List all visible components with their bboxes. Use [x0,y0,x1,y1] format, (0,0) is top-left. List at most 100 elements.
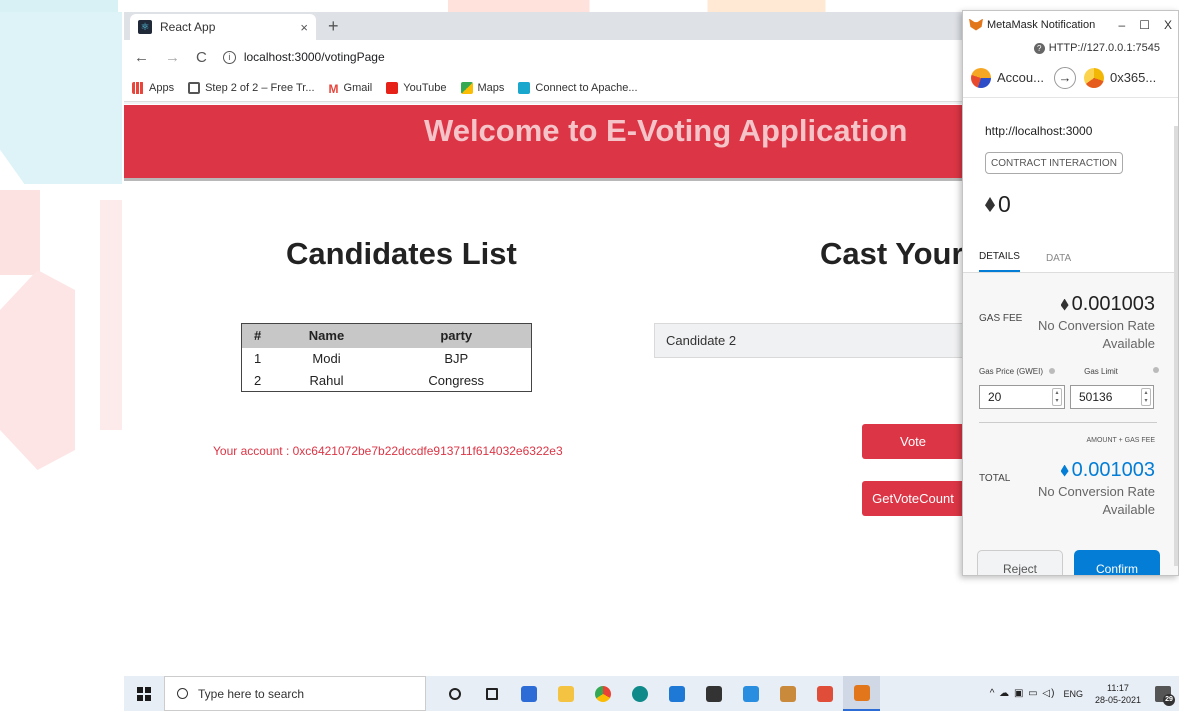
bookmark-gmail[interactable]: M Gmail [328,81,373,96]
tab-close-icon[interactable]: × [300,20,308,35]
app-header: Welcome to E-Voting Application [124,105,964,181]
url-field[interactable]: i localhost:3000/votingPage [222,50,385,64]
selected-candidate: Candidate 2 [666,333,737,348]
vscode-icon[interactable] [732,676,769,711]
metamask-window: MetaMask Notification – ☐ X ? HTTP://127… [962,10,1179,576]
ganache-icon[interactable] [806,676,843,711]
page-title: Welcome to E-Voting Application [424,113,908,148]
bookmark-label: Maps [477,81,505,94]
info-icon[interactable]: i [222,50,236,64]
gmail-icon: M [328,81,339,96]
table-cell: Modi [312,351,341,366]
candidate-select[interactable]: Candidate 2 [654,323,964,358]
from-account[interactable]: Accou... [997,70,1044,85]
amount-value: 0 [998,191,1011,217]
column-header: # [241,323,272,348]
clock-time: 11:17 [1107,682,1129,693]
vote-button[interactable]: Vote [862,424,964,459]
cast-vote-heading: Cast Your Vote [820,236,962,271]
amount-gas-label: AMOUNT + GAS FEE [1086,437,1155,444]
table-cell: BJP [444,351,469,366]
gas-price-input[interactable]: 20 ▴ ▾ [979,385,1065,409]
info-icon[interactable] [1153,367,1159,373]
bookmarks-bar: Apps Step 2 of 2 – Free Tr... M Gmail You… [124,74,966,102]
bookmark-label: Connect to Apache... [535,81,638,94]
reject-button[interactable]: Reject [977,550,1063,575]
candidates-table: # Name party 1 Modi BJP 2 Rahul Congress [241,323,532,392]
edge-icon[interactable] [621,676,658,711]
get-vote-count-button[interactable]: GetVoteCount [862,481,964,516]
bookmark-label: Step 2 of 2 – Free Tr... [205,81,315,94]
tray-icons[interactable]: ^ ☁ ▣ ▭ ◁) [990,688,1056,699]
bookmark-step[interactable]: Step 2 of 2 – Free Tr... [188,81,315,94]
browser-chrome: ⚛ React App × + ← → C i localhost:3000/v… [124,12,966,104]
metamask-titlebar: MetaMask Notification – ☐ X [963,11,1178,38]
to-account[interactable]: 0x365... [1110,70,1156,85]
stepper-icon[interactable]: ▴ ▾ [1141,388,1151,406]
info-icon[interactable] [1049,368,1056,374]
bookmark-apache[interactable]: Connect to Apache... [518,81,638,94]
maximize-button[interactable]: ☐ [1139,18,1150,32]
bookmark-youtube[interactable]: YouTube [386,81,447,94]
tab-title: React App [160,20,216,34]
gas-limit-input[interactable]: 50136 ▴ ▾ [1070,385,1154,409]
tab-data[interactable]: DATA [1046,253,1071,272]
browser-tab[interactable]: ⚛ React App × [130,14,316,40]
total-label: TOTAL [979,473,1011,484]
ethereum-icon [1060,464,1069,477]
gear-icon [188,81,201,94]
terminal-icon[interactable] [695,676,732,711]
table-cell: Congress [428,372,485,388]
mail-icon[interactable] [658,676,695,711]
stepper-icon[interactable]: ▴ ▾ [1052,388,1062,406]
metamask-taskbar-icon[interactable] [843,676,880,711]
store-icon[interactable] [510,676,547,711]
search-icon [177,688,188,699]
gas-price-value: 20 [988,390,1002,404]
origin-url: http://localhost:3000 [985,124,1093,138]
divider [979,422,1157,423]
background-watermark [100,200,122,430]
clock-date: 28-05-2021 [1094,694,1141,705]
url-text: localhost:3000/votingPage [243,50,385,64]
tab-details[interactable]: DETAILS [979,251,1020,272]
package-icon[interactable] [769,676,806,711]
notification-count: 29 [1163,693,1175,706]
start-button[interactable] [124,676,164,711]
react-icon: ⚛ [138,20,152,34]
bookmark-label: YouTube [403,81,447,94]
reload-button[interactable]: C [196,49,207,66]
ethereum-icon [1060,298,1069,311]
new-tab-button[interactable]: + [328,16,339,37]
close-button[interactable]: X [1164,18,1172,32]
background-watermark [0,270,75,470]
bookmark-apps[interactable]: Apps [132,81,174,94]
taskbar-search[interactable]: Type here to search [164,676,426,711]
forward-button[interactable]: → [165,49,180,66]
clock[interactable]: 11:17 28-05-2021 [1095,682,1141,706]
language-indicator[interactable]: ENG [1063,689,1083,699]
file-explorer-icon[interactable] [547,676,584,711]
bookmark-maps[interactable]: Maps [460,81,505,94]
confirm-button[interactable]: Confirm [1074,550,1160,575]
gas-limit-value: 50136 [1079,390,1113,404]
ethereum-icon [985,197,995,212]
background-watermark [0,190,40,275]
chrome-icon[interactable] [584,676,621,711]
scrollbar[interactable] [1174,126,1178,566]
gas-limit-label: Gas Limit [1084,367,1118,376]
table-row: 1 Modi BJP [242,348,532,370]
cortana-icon[interactable] [436,676,473,711]
system-tray: ^ ☁ ▣ ▭ ◁) ENG 11:17 28-05-2021 29 [990,676,1179,711]
minimize-button[interactable]: – [1119,18,1126,32]
task-view-icon[interactable] [473,676,510,711]
total-amount: 0.001003 [1060,459,1155,482]
search-placeholder: Type here to search [198,686,305,701]
help-icon: ? [1033,42,1045,54]
metamask-fox-icon [969,18,983,31]
back-button[interactable]: ← [134,49,149,66]
table-cell: 1 [254,351,262,366]
notification-icon[interactable]: 29 [1155,685,1175,706]
rpc-url: HTTP://127.0.0.1:7545 [1048,42,1160,54]
taskbar-apps [436,676,880,711]
